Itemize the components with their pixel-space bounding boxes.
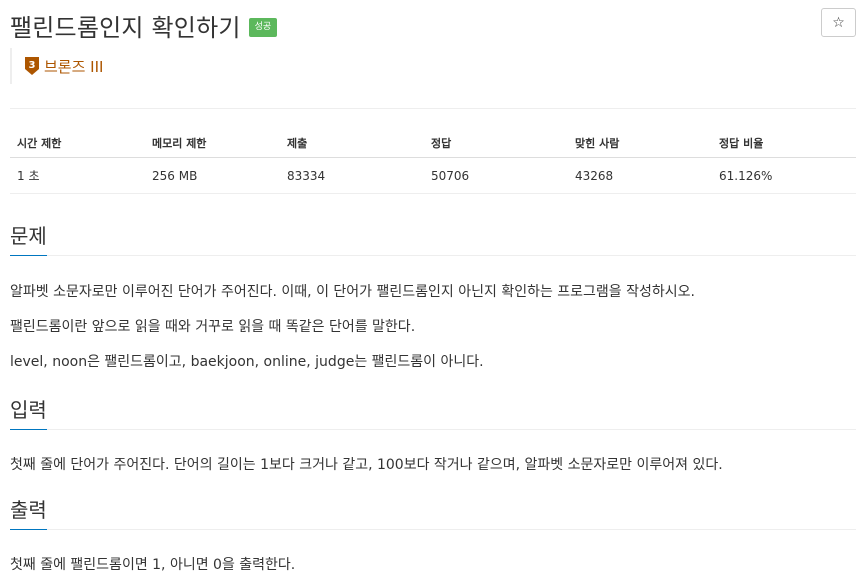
problem-paragraph-3: level, noon은 팰린드롬이고, baekjoon, online, j… [10, 354, 484, 370]
section-problem-heading: 문제 [10, 220, 856, 256]
star-icon: ☆ [832, 14, 845, 31]
col-accepted: 정답 [424, 128, 568, 158]
memory-limit-value: 256 MB [145, 157, 280, 194]
col-time-limit: 시간 제한 [10, 128, 145, 158]
accepted-value: 50706 [424, 157, 568, 194]
col-submissions: 제출 [280, 128, 424, 158]
star-button[interactable]: ☆ [821, 8, 856, 37]
tier-label[interactable]: 브론즈 III [44, 56, 103, 77]
section-input-heading: 입력 [10, 394, 856, 430]
tier-icon: 3 [25, 57, 39, 75]
tier-row: 3 브론즈 III [10, 48, 103, 84]
page-header: 팰린드롬인지 확인하기 성공 ☆ 3 브론즈 III [10, 8, 856, 84]
table-row: 1 초 256 MB 83334 50706 43268 61.126% [10, 157, 856, 194]
accept-ratio-value: 61.126% [712, 157, 856, 194]
col-memory-limit: 메모리 제한 [145, 128, 280, 158]
problem-paragraph-1: 알파벳 소문자로만 이루어진 단어가 주어진다. 이때, 이 단어가 팰린드롬인… [10, 284, 695, 300]
header-divider [10, 108, 856, 109]
time-limit-value: 1 초 [10, 157, 145, 194]
problem-info-table: 시간 제한 메모리 제한 제출 정답 맞힌 사람 정답 비율 1 초 256 M… [10, 128, 856, 194]
section-output-heading: 출력 [10, 494, 856, 530]
problem-title: 팰린드롬인지 확인하기 [10, 13, 241, 42]
tier-number: 3 [29, 60, 36, 71]
problem-heading: 문제 [10, 220, 47, 256]
table-header-row: 시간 제한 메모리 제한 제출 정답 맞힌 사람 정답 비율 [10, 128, 856, 158]
col-accept-ratio: 정답 비율 [712, 128, 856, 158]
col-solved-users: 맞힌 사람 [568, 128, 712, 158]
submissions-value: 83334 [280, 157, 424, 194]
input-heading: 입력 [10, 394, 47, 430]
output-heading: 출력 [10, 494, 47, 530]
title-row: 팰린드롬인지 확인하기 성공 [10, 8, 856, 42]
solved-users-value: 43268 [568, 157, 712, 194]
result-badge[interactable]: 성공 [248, 17, 278, 37]
input-paragraph: 첫째 줄에 단어가 주어진다. 단어의 길이는 1보다 크거나 같고, 100보… [10, 457, 723, 473]
problem-paragraph-2: 팰린드롬이란 앞으로 읽을 때와 거꾸로 읽을 때 똑같은 단어를 말한다. [10, 319, 416, 335]
output-paragraph: 첫째 줄에 팰린드롬이면 1, 아니면 0을 출력한다. [10, 557, 296, 573]
